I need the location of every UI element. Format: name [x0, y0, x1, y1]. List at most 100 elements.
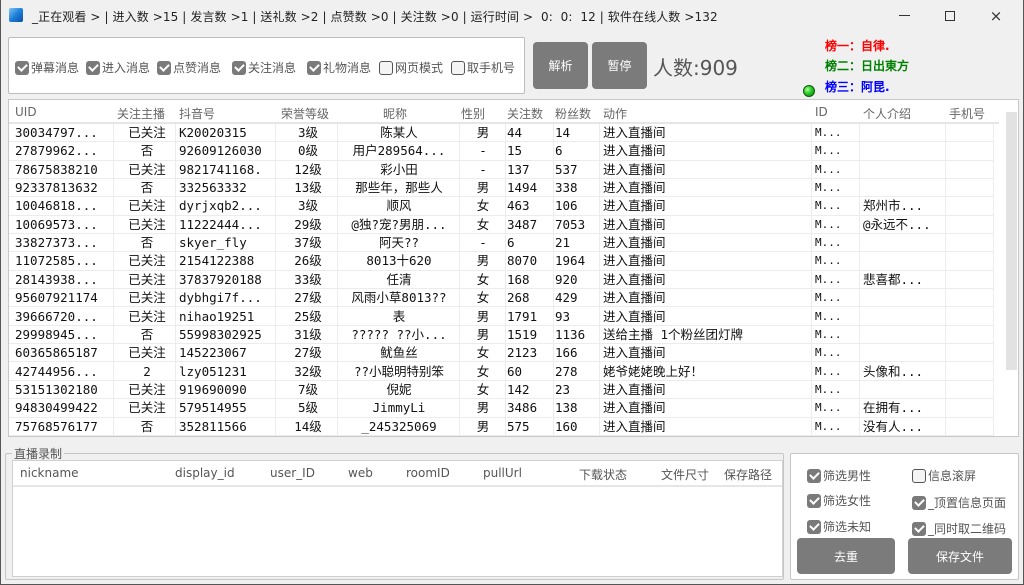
table-row[interactable]: 39666720... 已关注 nihao19251 25级 表 男 1791 93 进入直播间…	[9, 308, 994, 326]
option-checkbox-filter-unknown[interactable]: 筛选未知	[807, 518, 871, 535]
table-row[interactable]: 29998945... 否 55998302925 31级 ????? ??小... 男 1…	[9, 326, 994, 345]
checkbox-checked-icon[interactable]	[807, 468, 821, 483]
cell-follow-anchor: 2	[143, 363, 151, 379]
table-row[interactable]: 33827373... 否 skyer_fly 37级 阿天?? - 6 21 进入直播间 M..…	[9, 234, 994, 253]
recording-column-col6[interactable]: 下载状态	[579, 466, 627, 483]
filter-checkbox-danmaku[interactable]: 弹幕消息	[15, 59, 79, 76]
checkbox-checked-icon[interactable]	[912, 495, 926, 510]
table-scrollbar[interactable]	[1006, 112, 1017, 370]
cell-honor-level: 0级	[297, 143, 319, 159]
table-row[interactable]: 30034797... 已关注 K20020315 3级 陈某人 男 44 14 进入直播间 M.…	[9, 124, 994, 143]
cell-bio	[863, 326, 947, 344]
cell-nickname: 彩小田	[380, 161, 418, 177]
column-header-bio[interactable]: 个人介绍	[863, 105, 911, 122]
minimize-button[interactable]	[881, 0, 927, 31]
cell-following: 168	[507, 271, 530, 287]
recording-column-web[interactable]: web	[348, 466, 373, 480]
option-checkbox-info-scroll[interactable]: 信息滚屏	[912, 467, 976, 484]
column-header-follow-anchor[interactable]: 关注主播	[117, 105, 165, 122]
column-header-nickname[interactable]: 昵称	[383, 105, 407, 122]
cell-id: M...	[815, 144, 842, 158]
checkbox-checked-icon[interactable]	[912, 521, 926, 536]
recording-column-col7[interactable]: 文件尺寸	[661, 466, 709, 483]
cell-douyin-id: 579514955	[179, 400, 247, 416]
filter-checkbox-follow[interactable]: 关注消息	[232, 59, 296, 76]
checkbox-checked-icon[interactable]	[15, 60, 29, 75]
cell-nickname: 表	[392, 308, 406, 324]
option-checkbox-also-get-qrcode[interactable]: _同时取二维码	[912, 520, 1006, 537]
filter-checkbox-like[interactable]: 点赞消息	[157, 59, 221, 76]
pause-button[interactable]: 暂停	[592, 42, 647, 89]
column-header-followers[interactable]: 粉丝数	[555, 105, 591, 122]
cell-action: 进入直播间	[603, 235, 666, 251]
table-row[interactable]: 10069573... 已关注 11222444... 29级 @独?宠?男朋... 女 3…	[9, 216, 994, 235]
column-header-douyin-id[interactable]: 抖音号	[179, 105, 215, 122]
checkbox-unchecked-icon[interactable]	[451, 60, 465, 75]
recording-list[interactable]: nickname display_id user_ID web roomID pullUr…	[12, 460, 783, 577]
table-row[interactable]: 60365865187 已关注 145223067 27级 鱿鱼丝 女 2123 166 进入直…	[9, 344, 994, 363]
checkbox-label: 筛选女性	[823, 494, 872, 508]
filter-checkbox-web-mode[interactable]: 网页模式	[379, 59, 443, 76]
checkbox-label: 筛选未知	[823, 520, 872, 534]
table-row[interactable]: 94830499422 已关注 579514955 5级 JimmyLi 男 3486 138…	[9, 399, 994, 418]
cell-following: 1519	[507, 326, 538, 342]
close-button[interactable]: ×	[973, 0, 1019, 31]
cell-following: 6	[507, 235, 515, 251]
recording-column-nickname[interactable]: nickname	[20, 466, 79, 480]
table-row[interactable]: 11072585... 已关注 2154122388 26级 8013十620 男 8070…	[9, 252, 994, 271]
checkbox-checked-icon[interactable]	[157, 60, 171, 75]
column-header-honor-level[interactable]: 荣誉等级	[281, 105, 329, 122]
table-row[interactable]: 42744956... 2 lzy051231 32级 ??小聪明特别笨 女 60 278 姥爷…	[9, 363, 994, 381]
title-bar: _正在观看 > | 进入数 >15 | 发言数 >1 | 送礼数 >2 | 点赞…	[1, 0, 1023, 31]
cell-id: M...	[815, 327, 842, 341]
cell-honor-level: 31级	[294, 326, 322, 342]
column-header-phone[interactable]: 手机号	[949, 105, 985, 122]
recording-column-col8[interactable]: 保存路径	[724, 466, 772, 483]
cell-action: 进入直播间	[603, 180, 666, 196]
table-row[interactable]: 95607921174 已关注 dybhgi7f... 27级 风雨小草8013?? 女 2…	[9, 289, 994, 308]
save-file-button[interactable]: 保存文件	[908, 538, 1012, 574]
checkbox-checked-icon[interactable]	[807, 493, 821, 508]
cell-uid: 42744956...	[15, 363, 98, 379]
column-header-following[interactable]: 关注数	[507, 105, 543, 122]
recording-column-roomID[interactable]: roomID	[406, 466, 450, 480]
checkbox-unchecked-icon[interactable]	[379, 60, 393, 75]
column-header-gender[interactable]: 性别	[461, 105, 485, 122]
cell-id: M...	[815, 181, 842, 195]
cell-action: 进入直播间	[603, 381, 666, 397]
recording-column-display_id[interactable]: display_id	[175, 466, 235, 480]
recording-column-user_ID[interactable]: user_ID	[270, 466, 315, 480]
filter-checkbox-enter[interactable]: 进入消息	[86, 59, 150, 76]
window-title: _正在观看 > | 进入数 >15 | 发言数 >1 | 送礼数 >2 | 点赞…	[32, 10, 718, 24]
table-row[interactable]: 75768576177 否 352811566 14级 _245325069 男 575 16…	[9, 418, 994, 436]
table-row[interactable]: 78675838210 已关注 9821741168. 12级 彩小田 - 137 537 进入…	[9, 161, 994, 179]
user-table[interactable]: UID 关注主播 抖音号 荣誉等级 昵称 性别 关注数 粉丝数 动作 ID 个人介绍 手机号 30034…	[8, 99, 1019, 437]
cell-gender: 男	[476, 180, 490, 196]
table-row[interactable]: 53151302180 已关注 919690090 7级 倪妮 女 142 23 进入直播间 M.…	[9, 381, 994, 400]
column-header-action[interactable]: 动作	[603, 105, 627, 122]
filter-checkbox-get-phone[interactable]: 取手机号	[451, 59, 515, 76]
option-checkbox-filter-female[interactable]: 筛选女性	[807, 492, 871, 509]
option-checkbox-filter-male[interactable]: 筛选男性	[807, 467, 871, 484]
recording-column-pullUrl[interactable]: pullUrl	[483, 466, 522, 480]
checkbox-checked-icon[interactable]	[86, 60, 100, 75]
cell-action: 姥爷姥姥晚上好！	[603, 363, 704, 379]
cell-phone	[949, 381, 999, 399]
filter-checkbox-gift[interactable]: 礼物消息	[307, 59, 371, 76]
table-row[interactable]: 27879962... 否 92609126030 0级 用户289564... - 15 6…	[9, 142, 994, 161]
table-row[interactable]: 28143938... 已关注 37837920188 33级 任清 女 168 920 进入直…	[9, 271, 994, 290]
table-row[interactable]: 10046818... 已关注 dyrjxqb2... 3级 顺风 女 463 106 进入直播…	[9, 197, 994, 216]
column-header-id[interactable]: ID	[815, 105, 828, 119]
option-checkbox-pin-info-page[interactable]: _顶置信息页面	[912, 494, 1006, 511]
dedupe-button[interactable]: 去重	[797, 538, 895, 574]
parse-button[interactable]: 解析	[533, 42, 588, 89]
checkbox-checked-icon[interactable]	[307, 60, 321, 75]
checkbox-unchecked-icon[interactable]	[912, 468, 926, 483]
column-header-uid[interactable]: UID	[15, 105, 37, 119]
cell-gender: 男	[476, 326, 490, 342]
cell-phone	[949, 197, 999, 215]
maximize-button[interactable]	[927, 0, 973, 31]
table-row[interactable]: 92337813632 否 332563332 13级 那些年，那些人 男 1494 338 进…	[9, 179, 994, 198]
checkbox-checked-icon[interactable]	[232, 60, 246, 75]
checkbox-checked-icon[interactable]	[807, 519, 821, 534]
